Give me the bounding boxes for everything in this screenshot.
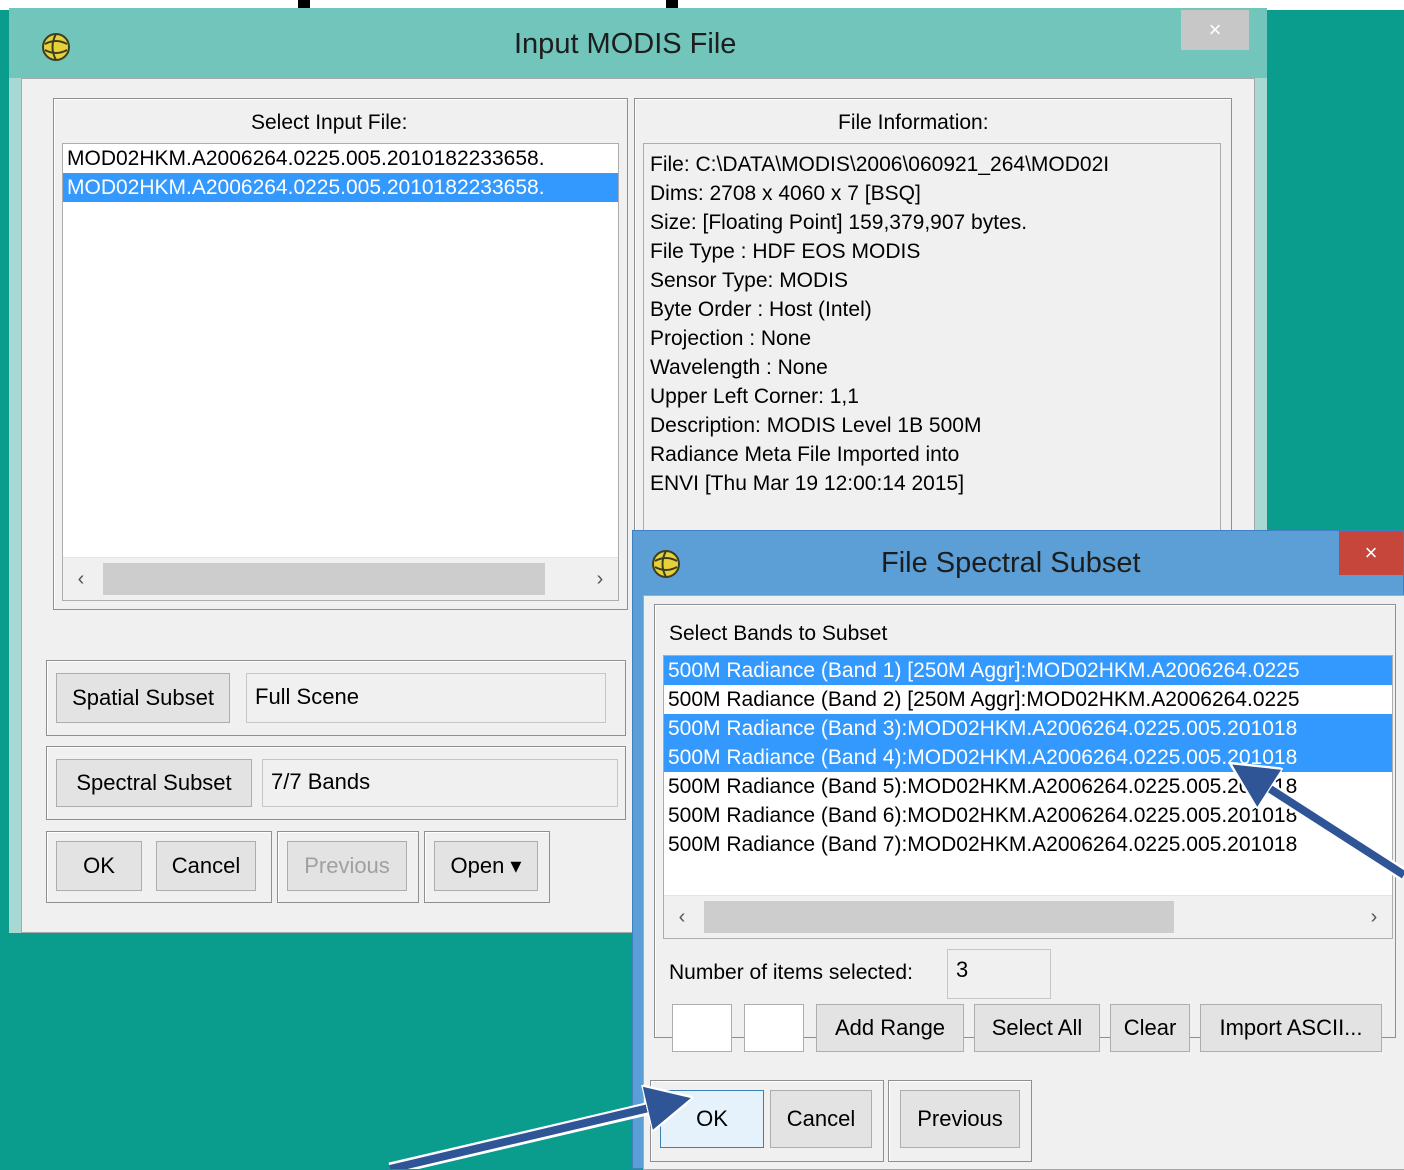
info-line: Dims: 2708 x 4060 x 7 [BSQ] — [650, 182, 921, 205]
range-start-input[interactable] — [672, 1004, 732, 1052]
scroll-right-icon[interactable]: › — [1356, 896, 1392, 938]
select-input-file-panel: Select Input File: MOD02HKM.A2006264.022… — [53, 98, 628, 610]
items-selected-label: Number of items selected: — [669, 961, 913, 984]
file-spectral-subset-dialog: File Spectral Subset × Select Bands to S… — [632, 530, 1404, 1170]
select-bands-panel: Select Bands to Subset 500M Radiance (Ba… — [654, 604, 1396, 1038]
band-list-item[interactable]: 500M Radiance (Band 6):MOD02HKM.A2006264… — [664, 801, 1392, 830]
band-list-item[interactable]: 500M Radiance (Band 5):MOD02HKM.A2006264… — [664, 772, 1392, 801]
previous-button[interactable]: Previous — [900, 1090, 1020, 1148]
cancel-button[interactable]: Cancel — [770, 1090, 872, 1148]
close-icon: × — [1364, 540, 1378, 565]
info-line: Byte Order : Host (Intel) — [650, 298, 872, 321]
items-selected-count: 3 — [947, 949, 1051, 999]
spatial-subset-button[interactable]: Spatial Subset — [56, 673, 230, 723]
info-line: Radiance Meta File Imported into — [650, 443, 960, 466]
input-dialog-close-button[interactable]: × — [1181, 10, 1249, 50]
open-menu-button[interactable]: Open ▾ — [434, 841, 538, 891]
info-line: Upper Left Corner: 1,1 — [650, 385, 859, 408]
app-globe-icon — [41, 32, 71, 67]
info-line: Wavelength : None — [650, 356, 828, 379]
clear-button[interactable]: Clear — [1110, 1004, 1190, 1052]
select-bands-label: Select Bands to Subset — [669, 622, 888, 645]
info-line: Sensor Type: MODIS — [650, 269, 849, 292]
info-line: Size: [Floating Point] 159,379,907 bytes… — [650, 211, 1028, 234]
ok-button[interactable]: OK — [56, 841, 142, 891]
band-list-item[interactable]: 500M Radiance (Band 1) [250M Aggr]:MOD02… — [664, 656, 1392, 685]
scroll-thumb[interactable] — [704, 901, 1174, 933]
file-information-label: File Information: — [838, 111, 989, 134]
close-icon: × — [1208, 17, 1222, 42]
subset-dialog-client: Select Bands to Subset 500M Radiance (Ba… — [643, 595, 1404, 1170]
add-range-button[interactable]: Add Range — [816, 1004, 964, 1052]
subset-dialog-close-button[interactable]: × — [1339, 531, 1403, 575]
subset-dialog-title: File Spectral Subset — [881, 547, 1141, 579]
scroll-right-icon[interactable]: › — [582, 558, 618, 600]
info-line: Projection : None — [650, 327, 812, 350]
cancel-button[interactable]: Cancel — [156, 841, 256, 891]
import-ascii-button[interactable]: Import ASCII... — [1200, 1004, 1382, 1052]
info-line: ENVI [Thu Mar 19 12:00:14 2015] — [650, 472, 965, 495]
info-line: File Type : HDF EOS MODIS — [650, 240, 921, 263]
spectral-subset-button[interactable]: Spectral Subset — [56, 759, 252, 807]
input-file-hscrollbar[interactable]: ‹ › — [63, 557, 618, 600]
band-list-hscrollbar[interactable]: ‹ › — [664, 895, 1392, 938]
scroll-left-icon[interactable]: ‹ — [664, 896, 700, 938]
scroll-left-icon[interactable]: ‹ — [63, 558, 99, 600]
info-line: Description: MODIS Level 1B 500M — [650, 414, 982, 437]
select-input-file-label: Select Input File: — [251, 111, 408, 134]
info-line: File: C:\DATA\MODIS\2006\060921_264\MOD0… — [650, 153, 1110, 176]
spatial-subset-value: Full Scene — [246, 673, 606, 723]
previous-button[interactable]: Previous — [287, 841, 407, 891]
spectral-subset-value: 7/7 Bands — [262, 759, 618, 807]
band-list-item[interactable]: 500M Radiance (Band 4):MOD02HKM.A2006264… — [664, 743, 1392, 772]
band-list-item[interactable]: 500M Radiance (Band 7):MOD02HKM.A2006264… — [664, 830, 1392, 859]
input-dialog-title: Input MODIS File — [514, 28, 737, 60]
scroll-thumb[interactable] — [103, 563, 545, 595]
band-list-item[interactable]: 500M Radiance (Band 2) [250M Aggr]:MOD02… — [664, 685, 1392, 714]
range-end-input[interactable] — [744, 1004, 804, 1052]
list-item[interactable]: MOD02HKM.A2006264.0225.005.2010182233658… — [63, 173, 618, 202]
band-list-item[interactable]: 500M Radiance (Band 3):MOD02HKM.A2006264… — [664, 714, 1392, 743]
input-file-list[interactable]: MOD02HKM.A2006264.0225.005.2010182233658… — [62, 143, 619, 601]
band-list[interactable]: 500M Radiance (Band 1) [250M Aggr]:MOD02… — [663, 655, 1393, 939]
ok-button[interactable]: OK — [660, 1090, 764, 1148]
list-item[interactable]: MOD02HKM.A2006264.0225.005.2010182233658… — [63, 144, 618, 173]
select-all-button[interactable]: Select All — [974, 1004, 1100, 1052]
app-globe-icon — [651, 549, 681, 584]
